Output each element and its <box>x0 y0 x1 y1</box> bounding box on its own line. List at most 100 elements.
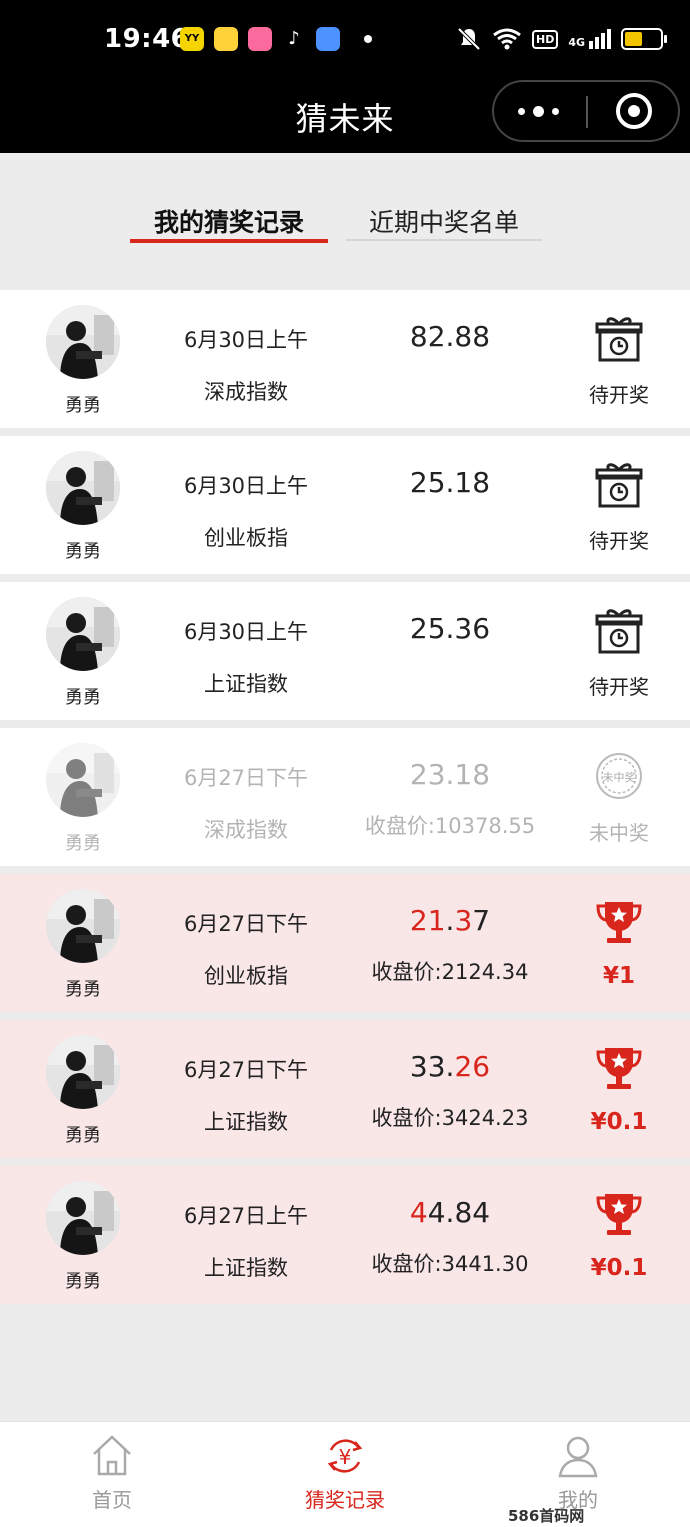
mute-bell-icon <box>457 27 481 51</box>
user-name: 勇勇 <box>65 833 101 854</box>
yy-app-icon: YY <box>180 27 204 51</box>
yen-cycle-icon: ¥ <box>327 1439 363 1473</box>
tabbar-records[interactable]: ¥ 猜奖记录 <box>285 1422 405 1527</box>
close-price: 收盘价:2124.34 <box>371 960 529 984</box>
status-system-icons: HD 4G <box>456 26 668 52</box>
index-name: 创业板指 <box>204 526 288 550</box>
battery-level <box>625 32 643 46</box>
site-watermark: 586首码网 www.h586.com <box>508 1507 637 1527</box>
stamp-text: 未中奖 <box>603 770 636 784</box>
tabbar-home[interactable]: 首页 <box>52 1422 172 1527</box>
user-name: 勇勇 <box>65 1125 101 1146</box>
record-tabs: 我的猜奖记录 近期中奖名单 <box>0 153 690 290</box>
record-date: 6月27日下午 <box>183 766 309 790</box>
status-app-icons: YY ♪ <box>180 27 372 51</box>
close-price: 收盘价:10378.55 <box>364 814 536 838</box>
index-name: 上证指数 <box>204 1256 288 1280</box>
guess-digits: 82.88 <box>409 320 491 353</box>
battery-icon <box>621 28 668 50</box>
user-name: 勇勇 <box>65 541 101 562</box>
home-icon <box>93 1435 131 1476</box>
index-name: 上证指数 <box>204 672 288 696</box>
guess-digits: 4.84 <box>427 1196 491 1229</box>
tabbar-records-label: 猜奖记录 <box>305 1488 385 1512</box>
not-won-stamp-icon: 未中奖 <box>595 752 643 802</box>
avatar <box>46 451 120 525</box>
close-price: 收盘价:3441.30 <box>371 1252 529 1276</box>
avatar <box>46 305 120 379</box>
record-row[interactable]: 勇勇 6月27日上午 上证指数 44.84 收盘价:3441.30 ¥0.1 <box>0 1166 690 1304</box>
record-status: ¥1 <box>602 963 635 989</box>
record-date: 6月27日下午 <box>183 912 309 936</box>
guess-matched-digits: 4 <box>409 1196 428 1229</box>
guess-value: 23.18 <box>355 758 545 791</box>
record-date: 6月27日下午 <box>183 1058 309 1082</box>
record-status: 待开奖 <box>589 383 649 407</box>
guess-matched-digits: 21 <box>409 904 446 937</box>
index-name: 创业板指 <box>204 964 288 988</box>
guess-value: 25.18 <box>355 466 545 499</box>
record-row[interactable]: 勇勇 6月27日下午 深成指数 23.18 收盘价:10378.55 未中奖 未中奖 <box>0 728 690 866</box>
guess-digits: 33. <box>409 1050 455 1083</box>
guess-matched-digits: 3 <box>454 904 473 937</box>
record-row[interactable]: 勇勇 6月30日上午 创业板指 25.18 待开奖 <box>0 436 690 574</box>
user-profile-icon <box>558 1436 598 1478</box>
nav-bar: 猜未来 <box>0 80 690 153</box>
user-name: 勇勇 <box>65 979 101 1000</box>
record-date: 6月27日上午 <box>183 1204 309 1228</box>
tab-recent-winners[interactable]: 近期中奖名单 <box>346 203 542 239</box>
trophy-icon <box>595 1190 643 1240</box>
record-row[interactable]: 勇勇 6月30日上午 深成指数 82.88 待开奖 <box>0 290 690 428</box>
user-name: 勇勇 <box>65 1271 101 1292</box>
guess-value: 44.84 <box>355 1196 545 1229</box>
active-tab-indicator <box>130 239 328 243</box>
close-miniprogram-button[interactable] <box>616 93 652 129</box>
guess-digits: 7 <box>472 904 491 937</box>
more-notifications-dot-icon <box>364 35 372 43</box>
record-status: 待开奖 <box>589 675 649 699</box>
tabbar-home-label: 首页 <box>92 1488 132 1512</box>
guess-matched-digits: 26 <box>454 1050 491 1083</box>
bilibili-app-icon <box>248 27 272 51</box>
more-menu-button[interactable] <box>518 96 564 126</box>
user-name: 勇勇 <box>65 395 101 416</box>
wifi-icon <box>493 28 521 50</box>
avatar <box>46 889 120 963</box>
close-price: 收盘价:3424.23 <box>371 1106 529 1130</box>
gift-clock-icon <box>595 606 643 656</box>
record-status: ¥0.1 <box>590 1109 648 1135</box>
avatar <box>46 1181 120 1255</box>
inactive-tab-underline <box>346 239 542 241</box>
record-status: 待开奖 <box>589 529 649 553</box>
status-bar: 19:46 YY ♪ HD 4G <box>0 0 690 80</box>
tab-my-records[interactable]: 我的猜奖记录 <box>130 203 328 239</box>
record-date: 6月30日上午 <box>183 620 309 644</box>
miniprogram-capsule <box>492 80 680 142</box>
yellow-app-icon <box>214 27 238 51</box>
index-name: 深成指数 <box>204 380 288 404</box>
tiktok-app-icon: ♪ <box>282 27 306 51</box>
guess-digits: 25.18 <box>409 466 491 499</box>
capsule-divider <box>586 96 588 128</box>
record-row[interactable]: 勇勇 6月27日下午 创业板指 21.37 收盘价:2124.34 ¥1 <box>0 874 690 1012</box>
index-name: 上证指数 <box>204 1110 288 1134</box>
status-time: 19:46 <box>104 24 190 54</box>
guess-value: 25.36 <box>355 612 545 645</box>
record-date: 6月30日上午 <box>183 328 309 352</box>
record-status: ¥0.1 <box>590 1255 648 1281</box>
signal-icon: 4G <box>568 29 612 49</box>
record-row[interactable]: 勇勇 6月30日上午 上证指数 25.36 待开奖 <box>0 582 690 720</box>
gift-clock-icon <box>595 460 643 510</box>
trophy-icon <box>595 898 643 948</box>
record-row[interactable]: 勇勇 6月27日下午 上证指数 33.26 收盘价:3424.23 ¥0.1 <box>0 1020 690 1158</box>
hd-badge: HD <box>532 29 559 49</box>
user-name: 勇勇 <box>65 687 101 708</box>
record-status: 未中奖 <box>589 821 649 845</box>
avatar <box>46 743 120 817</box>
yen-glyph: ¥ <box>339 1445 352 1469</box>
guess-value: 21.37 <box>355 904 545 937</box>
blue-app-icon <box>316 27 340 51</box>
avatar <box>46 597 120 671</box>
avatar <box>46 1035 120 1109</box>
trophy-icon <box>595 1044 643 1094</box>
